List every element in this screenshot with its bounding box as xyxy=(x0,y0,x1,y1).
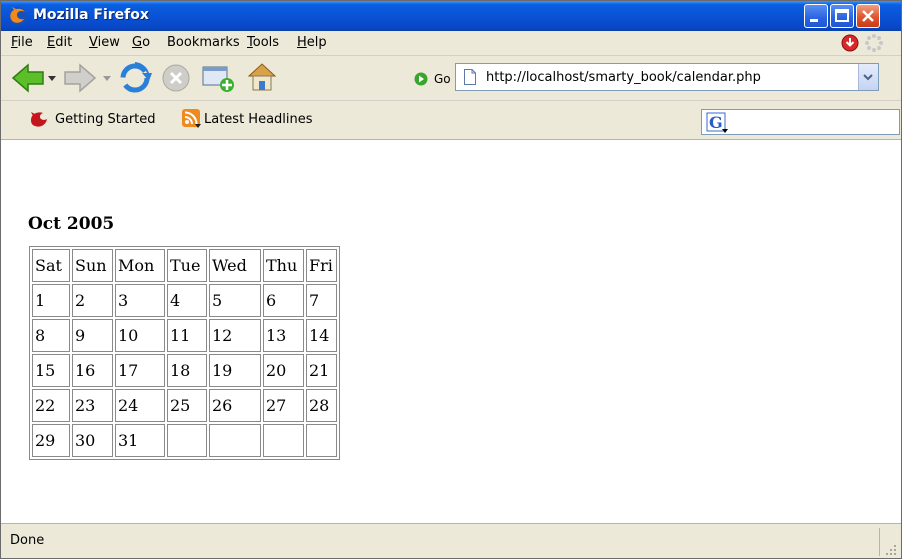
back-arrow-icon[interactable] xyxy=(11,62,45,94)
calendar-day-cell: 13 xyxy=(263,319,304,352)
calendar-day-cell xyxy=(167,424,207,457)
calendar-day-cell xyxy=(209,424,261,457)
calendar-header-row: Sat Sun Mon Tue Wed Thu Fri xyxy=(32,249,337,282)
menu-bar: File Edit View Go Bookmarks Tools Help xyxy=(1,31,901,56)
minimize-icon xyxy=(810,19,818,22)
maximize-icon xyxy=(835,9,849,22)
chevron-down-icon xyxy=(863,74,873,81)
calendar-day-cell: 6 xyxy=(263,284,304,317)
forward-arrow-icon[interactable] xyxy=(63,62,97,94)
menu-edit[interactable]: Edit xyxy=(47,35,72,50)
calendar-day-cell: 25 xyxy=(167,389,207,422)
calendar-day-cell: 29 xyxy=(32,424,70,457)
calendar-day-cell: 9 xyxy=(72,319,113,352)
bookmark-latest-headlines[interactable]: Latest Headlines xyxy=(204,112,313,127)
calendar-day-cell: 10 xyxy=(115,319,165,352)
calendar-day-cell: 18 xyxy=(167,354,207,387)
calendar-day-cell: 16 xyxy=(72,354,113,387)
calendar-day-cell: 11 xyxy=(167,319,207,352)
calendar-day-cell: 4 xyxy=(167,284,207,317)
calendar-day-cell: 1 xyxy=(32,284,70,317)
status-divider xyxy=(879,528,880,556)
calendar-week-row: 1234567 xyxy=(32,284,337,317)
title-bar[interactable]: Mozilla Firefox xyxy=(1,1,901,31)
stop-icon[interactable] xyxy=(161,63,191,93)
url-text[interactable]: http://localhost/smarty_book/calendar.ph… xyxy=(486,70,761,85)
calendar-day-cell: 26 xyxy=(209,389,261,422)
new-window-icon[interactable] xyxy=(201,63,237,93)
calendar-week-row: 15 16 17 18 19 20 21 xyxy=(32,354,337,387)
calendar-day-cell: 2 xyxy=(72,284,113,317)
search-box[interactable]: G xyxy=(701,109,900,135)
calendar-day-cell: 3 xyxy=(115,284,165,317)
day-header: Tue xyxy=(167,249,207,282)
calendar-day-cell xyxy=(263,424,304,457)
calendar-week-row: 29 30 31 xyxy=(32,424,337,457)
url-dropdown-button[interactable] xyxy=(858,64,878,90)
bookmark-getting-started[interactable]: Getting Started xyxy=(55,112,156,127)
reload-icon[interactable] xyxy=(118,61,152,95)
firefox-red-icon xyxy=(31,112,47,127)
day-header: Wed xyxy=(209,249,261,282)
calendar-day-cell: 28 xyxy=(306,389,337,422)
back-history-dropdown-icon[interactable] xyxy=(47,73,57,83)
calendar-table: Sat Sun Mon Tue Wed Thu Fri 1 2 3 4 5 6 7 8 9 10 11 12 13 14… xyxy=(29,246,340,460)
calendar-day-cell: 7 xyxy=(306,284,337,317)
menu-bookmarks[interactable]: Bookmarks xyxy=(167,35,240,50)
status-text: Done xyxy=(10,533,45,548)
bookmarks-toolbar: Getting Started Latest Headlines G xyxy=(1,101,901,140)
calendar-day-cell: 24 xyxy=(115,389,165,422)
update-alert-icon[interactable] xyxy=(841,34,859,52)
page-icon xyxy=(464,69,476,85)
calendar-week-row: 8 9 10 11 12 13 14 xyxy=(32,319,337,352)
day-header: Mon xyxy=(115,249,165,282)
calendar-day-cell: 21 xyxy=(306,354,337,387)
calendar-week-row: 22 23 24 25 26 27 28 xyxy=(32,389,337,422)
address-bar[interactable]: http://localhost/smarty_book/calendar.ph… xyxy=(455,63,879,91)
calendar-day-cell: 8 xyxy=(32,319,70,352)
day-header: Sat xyxy=(32,249,70,282)
google-icon[interactable]: G xyxy=(706,112,730,134)
day-header: Fri xyxy=(306,249,337,282)
maximize-button[interactable] xyxy=(830,4,854,28)
calendar-title: Oct 2005 xyxy=(28,214,115,234)
calendar-day-cell: 12 xyxy=(209,319,261,352)
svg-text:G: G xyxy=(709,113,723,132)
calendar-day-cell: 17 xyxy=(115,354,165,387)
day-header: Thu xyxy=(263,249,304,282)
forward-history-dropdown-icon[interactable] xyxy=(102,73,112,83)
close-button[interactable] xyxy=(856,4,880,28)
status-bar: Done xyxy=(1,523,901,558)
calendar-day-cell: 15 xyxy=(32,354,70,387)
day-header: Sun xyxy=(72,249,113,282)
rss-feed-icon xyxy=(182,109,201,128)
navigation-toolbar: Go http://localhost/smarty_book/calendar… xyxy=(1,56,901,101)
menu-view[interactable]: View xyxy=(89,35,120,50)
browser-window: Mozilla Firefox File Edit View Go Bookma… xyxy=(0,0,902,559)
minimize-button[interactable] xyxy=(804,4,828,28)
menu-tools[interactable]: Tools xyxy=(247,35,279,50)
go-button-label[interactable]: Go xyxy=(434,72,451,86)
menu-file[interactable]: File xyxy=(11,35,33,50)
window-title: Mozilla Firefox xyxy=(33,7,149,23)
calendar-day-cell: 14 xyxy=(306,319,337,352)
calendar-day-cell: 22 xyxy=(32,389,70,422)
go-icon[interactable] xyxy=(414,72,428,86)
firefox-icon xyxy=(9,7,27,25)
calendar-day-cell: 31 xyxy=(115,424,165,457)
calendar-day-cell: 27 xyxy=(263,389,304,422)
home-icon[interactable] xyxy=(245,61,279,93)
calendar-day-cell: 30 xyxy=(72,424,113,457)
calendar-day-cell: 5 xyxy=(209,284,261,317)
menu-go[interactable]: Go xyxy=(132,35,150,50)
resize-grip-icon[interactable] xyxy=(885,544,897,556)
calendar-day-cell: 23 xyxy=(72,389,113,422)
menu-help[interactable]: Help xyxy=(297,35,327,50)
calendar-day-cell: 20 xyxy=(263,354,304,387)
calendar-day-cell: 19 xyxy=(209,354,261,387)
close-icon xyxy=(862,10,874,22)
throbber-icon xyxy=(865,34,883,52)
calendar-day-cell xyxy=(306,424,337,457)
